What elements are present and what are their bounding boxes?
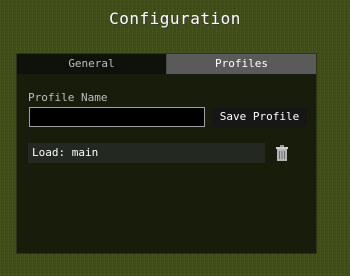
tab-bar: General Profiles: [17, 54, 316, 74]
trash-icon: [276, 145, 288, 161]
profile-item-main[interactable]: Load: main: [28, 143, 265, 163]
tab-profiles[interactable]: Profiles: [167, 54, 316, 74]
window-title: Configuration: [109, 9, 241, 28]
profile-name-label: Profile Name: [28, 91, 108, 104]
save-profile-button[interactable]: Save Profile: [212, 107, 307, 127]
profile-name-input[interactable]: [29, 107, 205, 127]
config-panel: General Profiles Profile Name Save Profi…: [16, 53, 317, 254]
tab-general[interactable]: General: [17, 54, 167, 74]
delete-profile-button[interactable]: [272, 143, 292, 163]
